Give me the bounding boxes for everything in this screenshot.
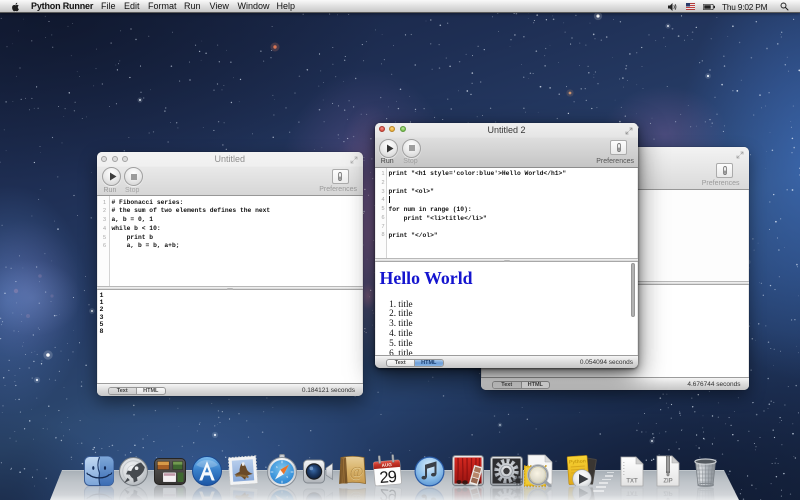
svg-text:@: @ [350,465,364,481]
svg-text:ZIP: ZIP [663,479,672,485]
svg-text:Python: Python [569,458,586,465]
svg-text:TXT: TXT [626,490,638,496]
svg-text:TXT: TXT [626,479,638,485]
svg-text:ZIP: ZIP [663,490,672,496]
svg-text:AUG: AUG [381,462,392,468]
svg-text:29: 29 [379,468,398,486]
svg-text:@: @ [350,492,364,500]
svg-text:29: 29 [379,486,398,500]
